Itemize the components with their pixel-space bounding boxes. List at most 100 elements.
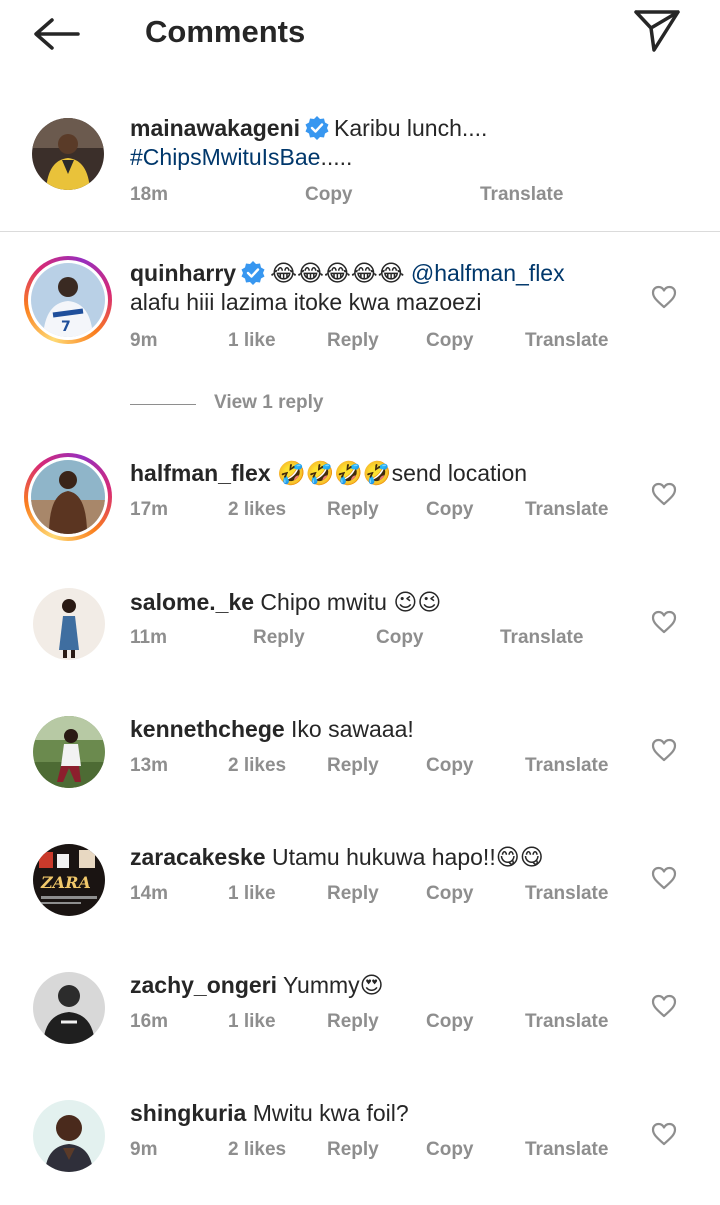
heart-icon[interactable] bbox=[651, 285, 677, 309]
comment-text: kennethchege Iko sawaaa! bbox=[130, 715, 414, 743]
comment-time: 11m bbox=[130, 627, 167, 648]
avatar[interactable] bbox=[33, 1100, 105, 1172]
copy-button[interactable]: Copy bbox=[426, 1139, 474, 1161]
comment-text: quinharry 😂😂😂😂😂 @halfman_flex bbox=[130, 259, 565, 287]
comment-text: zachy_ongeri Yummy😍 bbox=[130, 971, 384, 999]
comment-username[interactable]: zaracakeske bbox=[130, 844, 266, 870]
verified-badge-icon bbox=[241, 261, 265, 285]
svg-text:ZARA: ZARA bbox=[40, 873, 91, 892]
translate-button[interactable]: Translate bbox=[525, 1011, 608, 1033]
caption-suffix: ..... bbox=[320, 144, 353, 170]
avatar-story-ring[interactable]: 7 bbox=[24, 256, 112, 344]
likes-count[interactable]: 2 likes bbox=[228, 755, 286, 777]
heart-icon[interactable] bbox=[651, 738, 677, 762]
comment-text: zaracakeske Utamu hukuwa hapo!!😋😋 bbox=[130, 843, 544, 871]
comment-item: kennethchege Iko sawaaa! 13m 2 likes Rep… bbox=[0, 716, 720, 792]
copy-button[interactable]: Copy bbox=[426, 330, 474, 352]
comment-username[interactable]: salome._ke bbox=[130, 589, 254, 615]
comment-emojis: 😋😋 bbox=[495, 844, 544, 870]
header: Comments bbox=[0, 0, 720, 70]
translate-button[interactable]: Translate bbox=[525, 330, 608, 352]
reply-button[interactable]: Reply bbox=[327, 755, 379, 777]
reply-button[interactable]: Reply bbox=[327, 883, 379, 905]
post-caption: mainawakageni Karibu lunch.... #ChipsMwit… bbox=[0, 100, 720, 232]
avatar bbox=[31, 460, 105, 534]
comment-item: salome._ke Chipo mwitu 😉😉 11m Reply Copy… bbox=[0, 588, 720, 664]
translate-button[interactable]: Translate bbox=[525, 883, 608, 905]
comment-body: Iko sawaaa! bbox=[291, 716, 414, 742]
comment-time: 14m bbox=[130, 883, 169, 904]
paper-plane-icon bbox=[634, 10, 680, 52]
avatar[interactable]: ZARA bbox=[33, 844, 105, 916]
translate-button[interactable]: Translate bbox=[525, 1139, 608, 1161]
comment-time: 13m bbox=[130, 755, 169, 776]
comment-item: 7 quinharry 😂😂😂😂😂 @halfman_flex alafu hii… bbox=[0, 256, 720, 366]
translate-button[interactable]: Translate bbox=[525, 755, 608, 777]
back-button[interactable] bbox=[28, 12, 84, 56]
comment-emojis: 😉😉 bbox=[393, 589, 442, 615]
copy-button[interactable]: Copy bbox=[426, 499, 474, 521]
comment-username[interactable]: halfman_flex bbox=[130, 460, 271, 486]
translate-button[interactable]: Translate bbox=[525, 499, 608, 521]
avatar[interactable] bbox=[33, 972, 105, 1044]
copy-button[interactable]: Copy bbox=[426, 1011, 474, 1033]
likes-count[interactable]: 1 like bbox=[228, 1011, 276, 1033]
caption-username[interactable]: mainawakageni bbox=[130, 115, 300, 141]
share-button[interactable] bbox=[630, 6, 682, 54]
comment-time: 16m bbox=[130, 1011, 169, 1032]
view-replies-label: View 1 reply bbox=[214, 392, 324, 413]
translate-button[interactable]: Translate bbox=[500, 627, 583, 649]
comment-item: ZARA zaracakeske Utamu hukuwa hapo!!😋😋 1… bbox=[0, 844, 720, 920]
reply-button[interactable]: Reply bbox=[327, 499, 379, 521]
comment-emojis: 😂😂😂😂😂 bbox=[270, 260, 405, 286]
avatar[interactable] bbox=[33, 588, 105, 660]
heart-icon[interactable] bbox=[651, 1122, 677, 1146]
comment-body: send location bbox=[391, 460, 528, 486]
reply-button[interactable]: Reply bbox=[327, 330, 379, 352]
page-title: Comments bbox=[145, 14, 306, 49]
svg-text:7: 7 bbox=[61, 319, 71, 335]
comment-username[interactable]: quinharry bbox=[130, 260, 236, 286]
reply-button[interactable]: Reply bbox=[253, 627, 305, 649]
heart-icon[interactable] bbox=[651, 610, 677, 634]
avatar[interactable] bbox=[33, 716, 105, 788]
comment-body: Yummy bbox=[282, 972, 360, 998]
likes-count[interactable]: 1 like bbox=[228, 330, 276, 352]
heart-icon[interactable] bbox=[651, 994, 677, 1018]
comment-username[interactable]: zachy_ongeri bbox=[130, 972, 277, 998]
mention-link[interactable]: @halfman_flex bbox=[411, 260, 565, 286]
comment-text-line2: alafu hiii lazima itoke kwa mazoezi bbox=[130, 289, 482, 315]
comment-username[interactable]: kennethchege bbox=[130, 716, 285, 742]
avatar[interactable] bbox=[32, 118, 104, 190]
likes-count[interactable]: 2 likes bbox=[228, 1139, 286, 1161]
comment-item: zachy_ongeri Yummy😍 16m 1 like Reply Cop… bbox=[0, 972, 720, 1048]
comment-emojis: 🤣🤣🤣🤣 bbox=[277, 460, 392, 486]
reply-button[interactable]: Reply bbox=[327, 1139, 379, 1161]
comment-text: salome._ke Chipo mwitu 😉😉 bbox=[130, 588, 441, 616]
comment-time: 17m bbox=[130, 499, 169, 520]
comment-username[interactable]: shingkuria bbox=[130, 1100, 246, 1126]
hashtag-link[interactable]: #ChipsMwituIsBae bbox=[130, 144, 320, 170]
caption-translate-button[interactable]: Translate bbox=[480, 184, 563, 206]
heart-icon[interactable] bbox=[651, 866, 677, 890]
caption-copy-button[interactable]: Copy bbox=[305, 184, 353, 206]
verified-badge-icon bbox=[305, 116, 329, 140]
reply-button[interactable]: Reply bbox=[327, 1011, 379, 1033]
avatar-story-ring[interactable] bbox=[24, 453, 112, 541]
comment-text: shingkuria Mwitu kwa foil? bbox=[130, 1099, 409, 1127]
likes-count[interactable]: 2 likes bbox=[228, 499, 286, 521]
comment-item: halfman_flex 🤣🤣🤣🤣send location 17m 2 lik… bbox=[0, 453, 720, 543]
comment-body: Utamu hukuwa hapo!! bbox=[271, 844, 496, 870]
copy-button[interactable]: Copy bbox=[376, 627, 424, 649]
copy-button[interactable]: Copy bbox=[426, 755, 474, 777]
caption-text: mainawakageni Karibu lunch.... bbox=[130, 114, 487, 142]
comment-emojis: 😍 bbox=[359, 972, 384, 998]
likes-count[interactable]: 1 like bbox=[228, 883, 276, 905]
comment-time: 9m bbox=[130, 330, 158, 351]
reply-divider bbox=[130, 404, 196, 405]
arrow-left-icon bbox=[34, 18, 80, 50]
copy-button[interactable]: Copy bbox=[426, 883, 474, 905]
caption-body: Karibu lunch.... bbox=[334, 115, 488, 141]
caption-text-line2: #ChipsMwituIsBae..... bbox=[130, 143, 352, 171]
heart-icon[interactable] bbox=[651, 482, 677, 506]
